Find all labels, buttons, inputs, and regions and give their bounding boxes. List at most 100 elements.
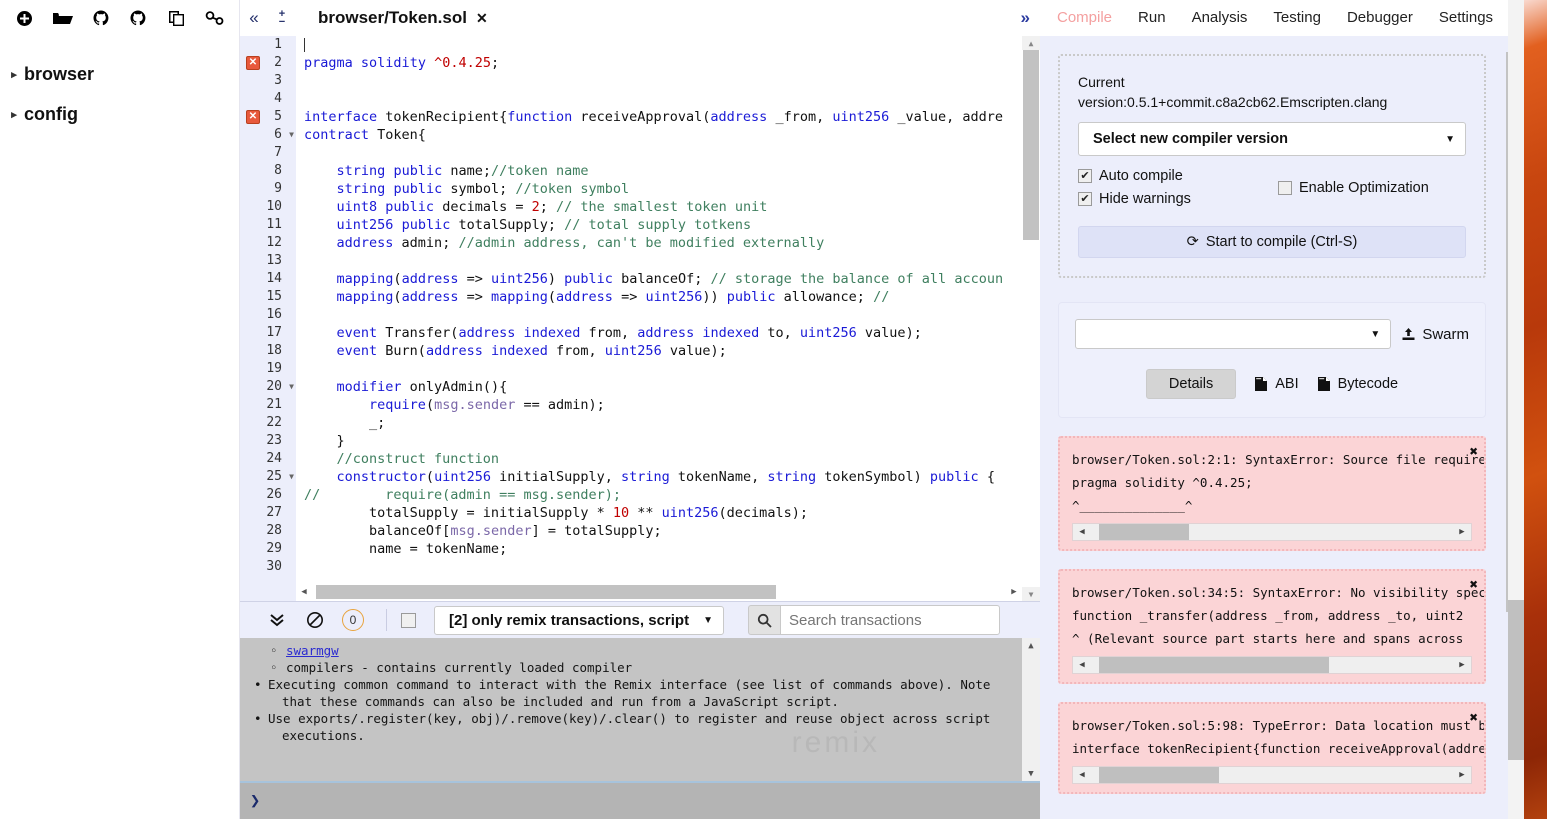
transaction-filter-select[interactable]: [2] only remix transactions, script ▼ — [434, 605, 724, 635]
gutter-line[interactable]: 30 — [240, 558, 296, 576]
auto-compile-checkbox[interactable]: ✔ Auto compile — [1078, 168, 1278, 184]
gutter-line[interactable]: 16 — [240, 306, 296, 324]
compiler-error-2[interactable]: ✖ browser/Token.sol:34:5: SyntaxError: No… — [1058, 569, 1486, 684]
search-input[interactable] — [780, 605, 1000, 635]
publish-on-swarm-button[interactable]: Swarm — [1401, 326, 1469, 343]
fold-caret-icon[interactable]: ▼ — [289, 468, 294, 486]
gutter-line[interactable]: 27 — [240, 504, 296, 522]
error-hscroll-thumb[interactable] — [1099, 657, 1329, 673]
gutter-line[interactable]: ✕ 5 — [240, 108, 296, 126]
compiler-version-select[interactable]: Select new compiler version ▼ — [1078, 122, 1466, 156]
gutter-line[interactable]: 7 — [240, 144, 296, 162]
file-tree-item-browser[interactable]: ▸ browser — [6, 54, 239, 94]
listen-network-checkbox[interactable] — [401, 612, 416, 628]
gutter-line[interactable]: 25 ▼ — [240, 468, 296, 486]
error-marker-icon[interactable]: ✕ — [246, 110, 260, 124]
gutter-line[interactable]: 9 — [240, 180, 296, 198]
code-editor[interactable]: 1 ✕ 2 3 4 ✕ 5 6 ▼ 7 8 9 10 11 12 13 14 15 16 17 18 19 20 ▼ 21 22 2… — [240, 36, 1040, 601]
error-horizontal-scrollbar[interactable]: ◀ ▶ — [1072, 523, 1472, 541]
gutter-line[interactable]: 17 — [240, 324, 296, 342]
gutter-line[interactable]: 18 — [240, 342, 296, 360]
tab-browser-token-sol[interactable]: browser/Token.sol ✕ — [302, 0, 498, 36]
open-folder-icon[interactable] — [44, 3, 82, 33]
gutter-line[interactable]: 24 — [240, 450, 296, 468]
scroll-left-icon[interactable]: ◀ — [296, 587, 312, 597]
tab-compile[interactable]: Compile — [1044, 0, 1125, 36]
gutter-line[interactable]: 23 — [240, 432, 296, 450]
error-horizontal-scrollbar[interactable]: ◀ ▶ — [1072, 656, 1472, 674]
close-icon[interactable]: ✕ — [476, 10, 488, 27]
scroll-right-icon[interactable]: ▶ — [1453, 770, 1471, 780]
editor-hscroll-track[interactable] — [312, 585, 1006, 599]
gutter-line[interactable]: 13 — [240, 252, 296, 270]
github-connect-icon[interactable] — [82, 3, 120, 33]
gutter-line[interactable]: 20 ▼ — [240, 378, 296, 396]
tab-run[interactable]: Run — [1125, 0, 1179, 36]
close-icon[interactable]: ✖ — [1470, 577, 1478, 593]
error-hscroll-track[interactable] — [1091, 767, 1453, 783]
copy-bytecode-button[interactable]: Bytecode — [1317, 376, 1398, 392]
expand-panel-icon[interactable]: » — [1021, 0, 1030, 36]
copy-files-icon[interactable] — [157, 3, 195, 33]
gutter-line[interactable]: 10 — [240, 198, 296, 216]
scroll-down-icon[interactable]: ▼ — [1022, 766, 1040, 782]
terminal-log-link[interactable]: swarmgw — [286, 643, 339, 658]
scroll-right-icon[interactable]: ▶ — [1453, 527, 1471, 537]
error-hscroll-track[interactable] — [1091, 524, 1453, 540]
error-horizontal-scrollbar[interactable]: ◀ ▶ — [1072, 766, 1472, 784]
gutter-line[interactable]: 15 — [240, 288, 296, 306]
tab-analysis[interactable]: Analysis — [1179, 0, 1261, 36]
browser-page-scroll-thumb[interactable] — [1508, 600, 1524, 760]
gutter-line[interactable]: 12 — [240, 234, 296, 252]
gutter-line[interactable]: 11 — [240, 216, 296, 234]
search-icon[interactable] — [748, 605, 780, 635]
font-size-stepper[interactable]: + − — [268, 0, 296, 36]
scroll-up-icon[interactable]: ▲ — [1022, 36, 1040, 50]
error-hscroll-thumb[interactable] — [1099, 767, 1219, 783]
scroll-right-icon[interactable]: ▶ — [1006, 587, 1022, 597]
gutter-line[interactable]: 22 — [240, 414, 296, 432]
enable-optimization-checkbox[interactable]: Enable Optimization — [1278, 180, 1429, 196]
terminal-command-prompt[interactable]: ❯ — [240, 781, 1040, 819]
gutter-line[interactable]: 26 — [240, 486, 296, 504]
terminal-clear-icon[interactable] — [296, 602, 334, 638]
gutter-line[interactable]: 19 — [240, 360, 296, 378]
error-hscroll-track[interactable] — [1091, 657, 1453, 673]
scroll-left-icon[interactable]: ◀ — [1073, 770, 1091, 780]
fold-caret-icon[interactable]: ▼ — [289, 126, 294, 144]
gutter-line[interactable]: 14 — [240, 270, 296, 288]
error-marker-icon[interactable]: ✕ — [246, 56, 260, 70]
share-link-icon[interactable] — [195, 3, 233, 33]
gutter-line[interactable]: 29 — [240, 540, 296, 558]
scroll-down-icon[interactable]: ▼ — [1022, 587, 1040, 601]
copy-abi-button[interactable]: ABI — [1254, 376, 1299, 392]
github-publish-icon[interactable] — [119, 3, 157, 33]
create-new-file-icon[interactable] — [6, 3, 44, 33]
editor-code-area[interactable]: pragma solidity ^0.4.25; interface token… — [296, 36, 1022, 583]
editor-hscroll-thumb[interactable] — [316, 585, 776, 599]
gutter-line[interactable]: 6 ▼ — [240, 126, 296, 144]
browser-page-scrollbar[interactable] — [1508, 0, 1524, 819]
contract-select[interactable]: ▼ — [1075, 319, 1392, 349]
editor-vscroll-thumb[interactable] — [1023, 50, 1039, 240]
tab-settings[interactable]: Settings — [1426, 0, 1506, 36]
file-tree-item-config[interactable]: ▸ config — [6, 94, 239, 134]
close-icon[interactable]: ✖ — [1470, 444, 1478, 460]
terminal-collapse-icon[interactable] — [258, 602, 296, 638]
gutter-line[interactable]: ✕ 2 — [240, 54, 296, 72]
terminal-vertical-scrollbar[interactable]: ▲ ▼ — [1022, 638, 1040, 782]
close-icon[interactable]: ✖ — [1470, 710, 1478, 726]
error-hscroll-thumb[interactable] — [1099, 524, 1189, 540]
fold-caret-icon[interactable]: ▼ — [289, 378, 294, 396]
editor-vertical-scrollbar[interactable]: ▲ ▼ — [1022, 36, 1040, 601]
gutter-line[interactable]: 1 — [240, 36, 296, 54]
scroll-right-icon[interactable]: ▶ — [1453, 660, 1471, 670]
gutter-line[interactable]: 8 — [240, 162, 296, 180]
tab-debugger[interactable]: Debugger — [1334, 0, 1426, 36]
gutter-line[interactable]: 28 — [240, 522, 296, 540]
gutter-line[interactable]: 4 — [240, 90, 296, 108]
editor-horizontal-scrollbar[interactable]: ◀ ▶ — [296, 583, 1022, 601]
scroll-left-icon[interactable]: ◀ — [1073, 660, 1091, 670]
scroll-left-icon[interactable]: ◀ — [1073, 527, 1091, 537]
collapse-panel-icon[interactable]: « — [240, 0, 268, 36]
